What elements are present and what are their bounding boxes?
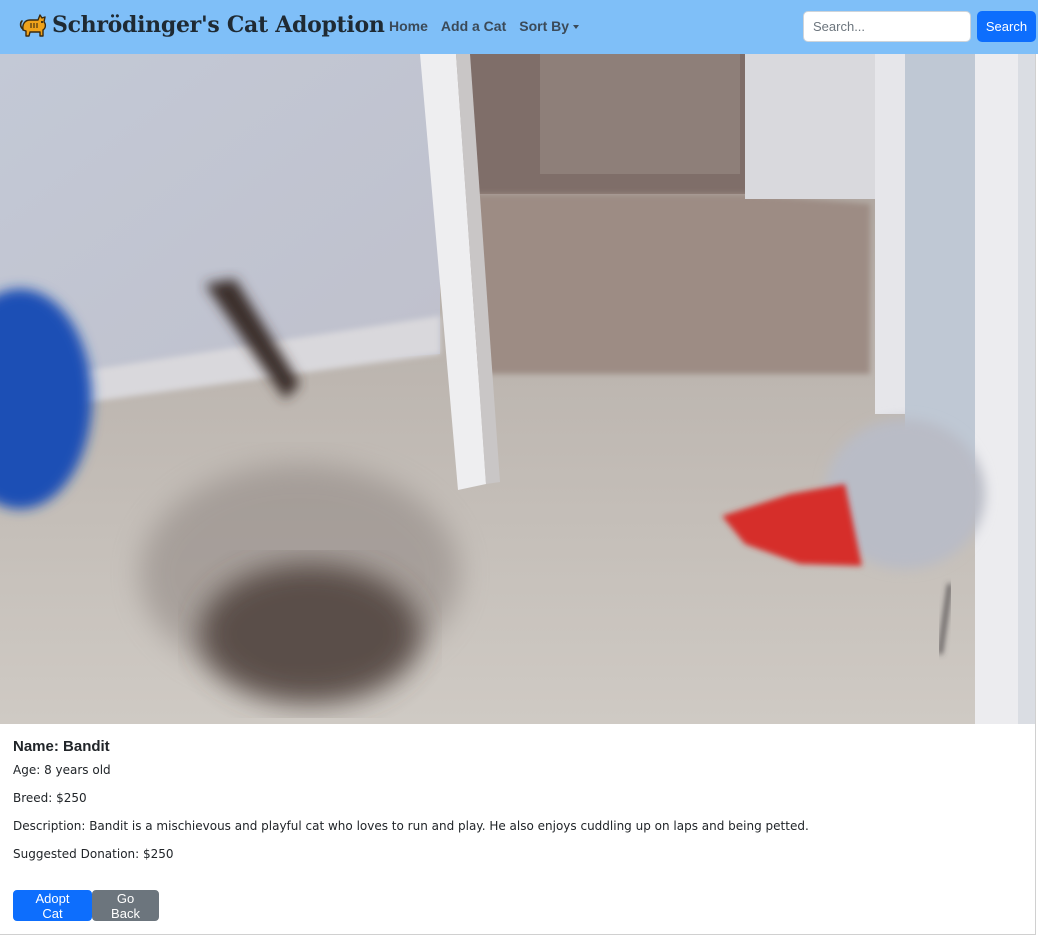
cat-donation: Suggested Donation: $250	[13, 847, 174, 861]
nav-links: Home Add a Cat Sort By	[389, 18, 580, 34]
adopt-cat-button[interactable]: Adopt Cat	[13, 890, 92, 921]
sort-by-label: Sort By	[519, 18, 570, 34]
go-back-button[interactable]: Go Back	[92, 890, 159, 921]
nav-link-home[interactable]: Home	[389, 18, 428, 34]
nav-link-add-cat[interactable]: Add a Cat	[441, 18, 506, 34]
cat-photo	[0, 54, 1036, 724]
cat-breed: Breed: $250	[13, 791, 87, 805]
caret-down-icon	[573, 24, 580, 29]
action-buttons: Adopt Cat Go Back	[13, 890, 159, 921]
sort-by-dropdown[interactable]: Sort By	[519, 18, 580, 34]
cat-details: Name: Bandit Age: 8 years old Breed: $25…	[13, 736, 1023, 874]
cat-icon	[19, 14, 47, 37]
search-input[interactable]	[803, 11, 971, 42]
cat-age: Age: 8 years old	[13, 763, 111, 777]
navbar: Schrödinger's Cat Adoption Home Add a Ca…	[0, 0, 1038, 54]
brand-title: Schrödinger's Cat Adoption	[52, 12, 385, 38]
search-button[interactable]: Search	[977, 11, 1036, 42]
cat-description: Description: Bandit is a mischievous and…	[13, 819, 809, 833]
brand-link[interactable]: Schrödinger's Cat Adoption	[18, 8, 385, 42]
cat-name: Name: Bandit	[13, 738, 110, 755]
